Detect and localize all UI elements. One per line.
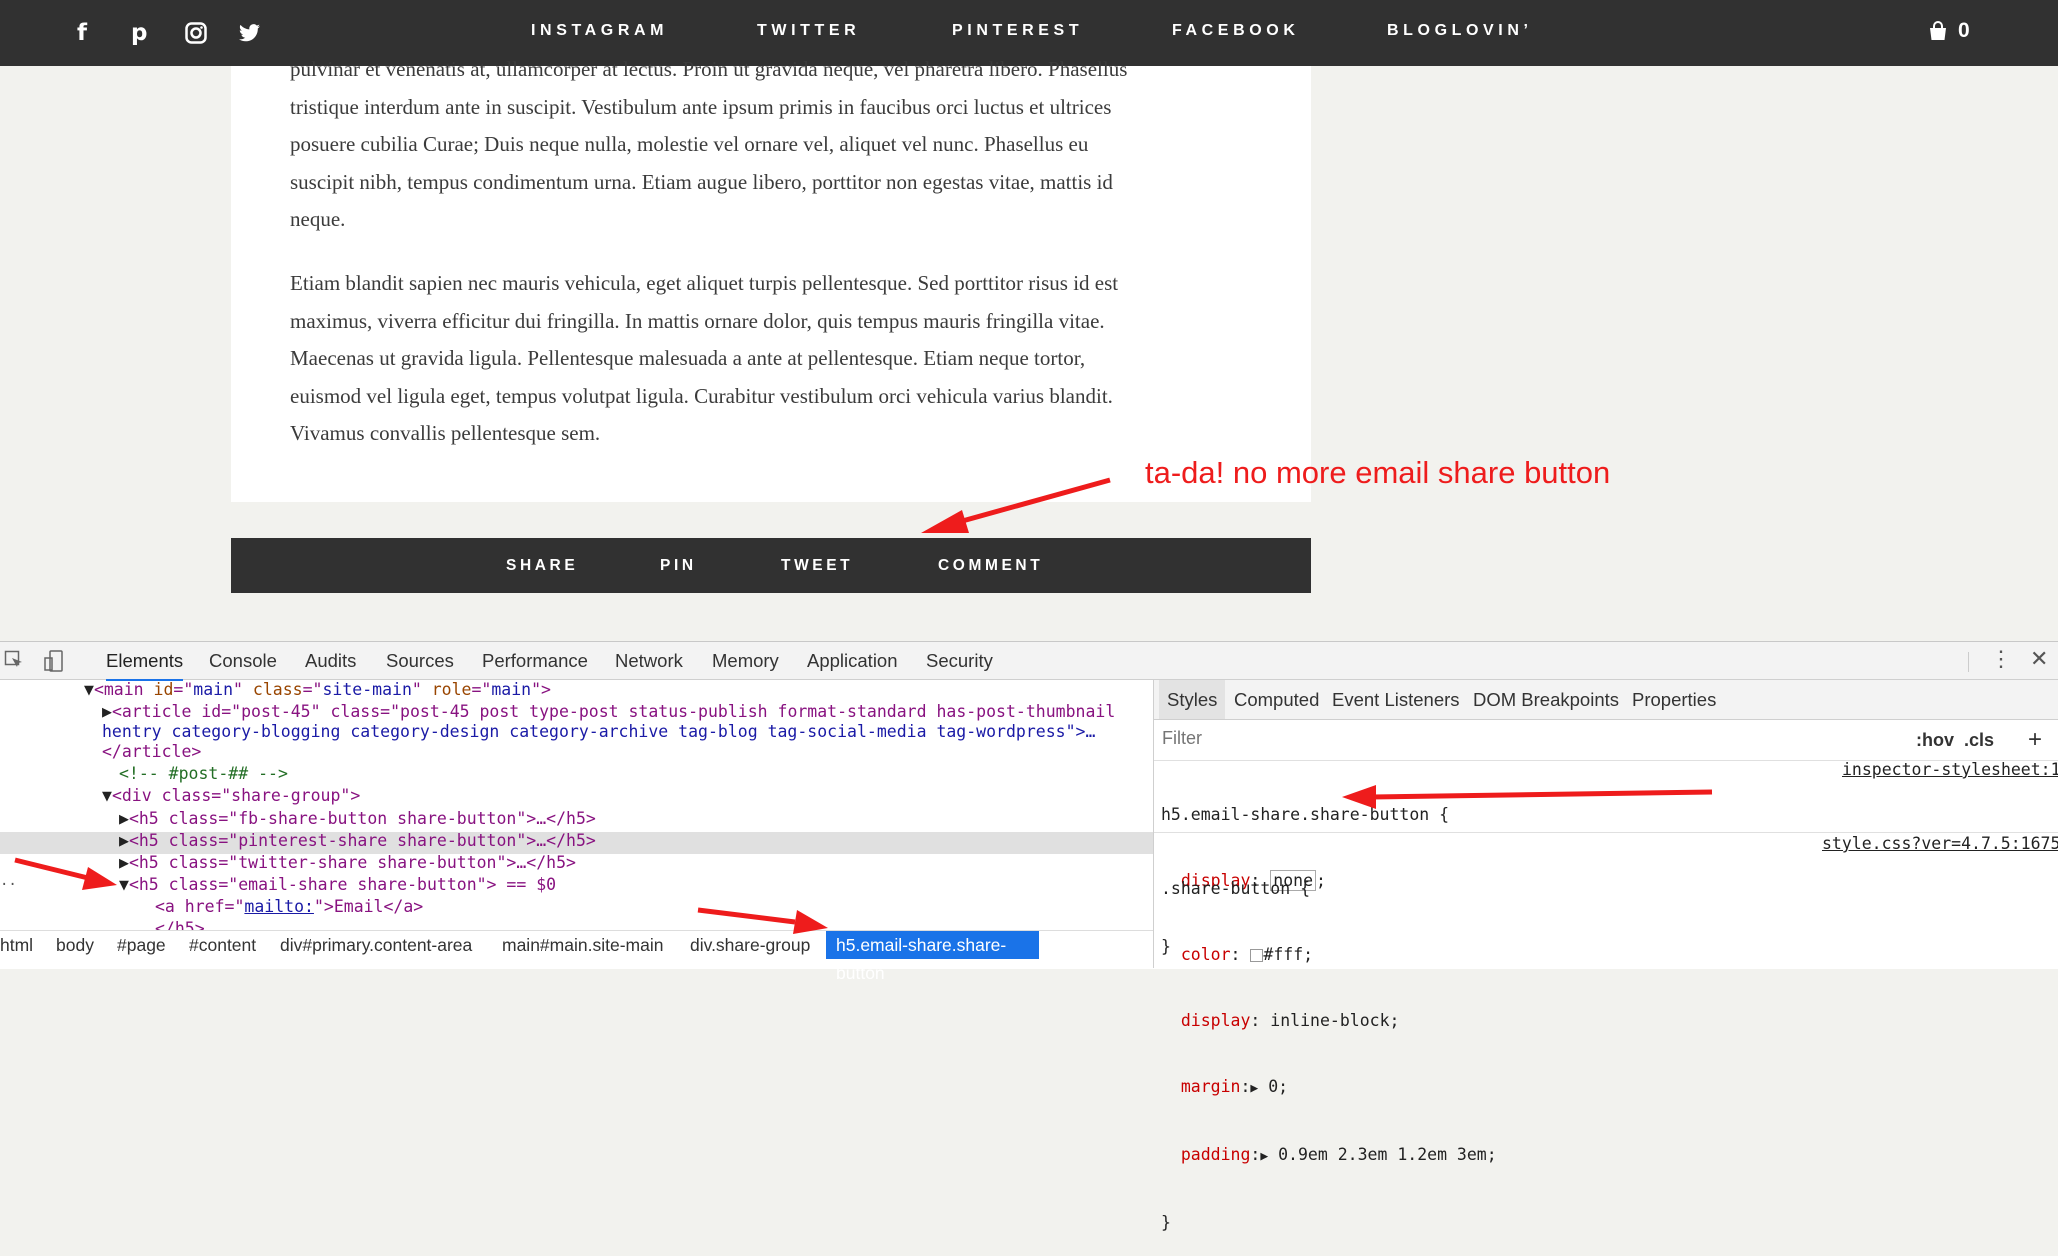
arrowhead (82, 867, 117, 890)
expand-triangle-icon[interactable]: ▶ (1260, 1149, 1268, 1164)
rule-declaration[interactable]: padding:▶ 0.9em 2.3em 1.2em 3em; (1161, 1144, 1497, 1168)
arrowhead (793, 910, 828, 934)
rule-prop: padding (1180, 1145, 1251, 1164)
annotation-arrows (14, 477, 1713, 934)
rule-declaration[interactable]: margin:▶ 0; (1161, 1076, 1497, 1100)
arrow-to-share-bar (947, 477, 1111, 528)
rule-value: inline-block (1270, 1011, 1390, 1030)
arrow-to-display-none (1371, 789, 1713, 800)
arrowhead (1342, 785, 1376, 809)
arrowhead (921, 510, 969, 533)
rule-close: } (1161, 1213, 1171, 1232)
rule-prop: margin (1180, 1077, 1241, 1096)
expand-triangle-icon[interactable]: ▶ (1250, 1081, 1258, 1096)
ellipsis-indicator: .. (0, 873, 17, 889)
arrow-to-selected-node (14, 857, 89, 881)
rule-value: 0.9em 2.3em 1.2em 3em (1278, 1145, 1487, 1164)
rule-declaration[interactable]: display: inline-block; (1161, 1010, 1497, 1032)
rule-prop: display (1180, 1011, 1251, 1030)
rule-value: 0 (1268, 1077, 1279, 1096)
arrow-to-breadcrumb (697, 907, 796, 925)
